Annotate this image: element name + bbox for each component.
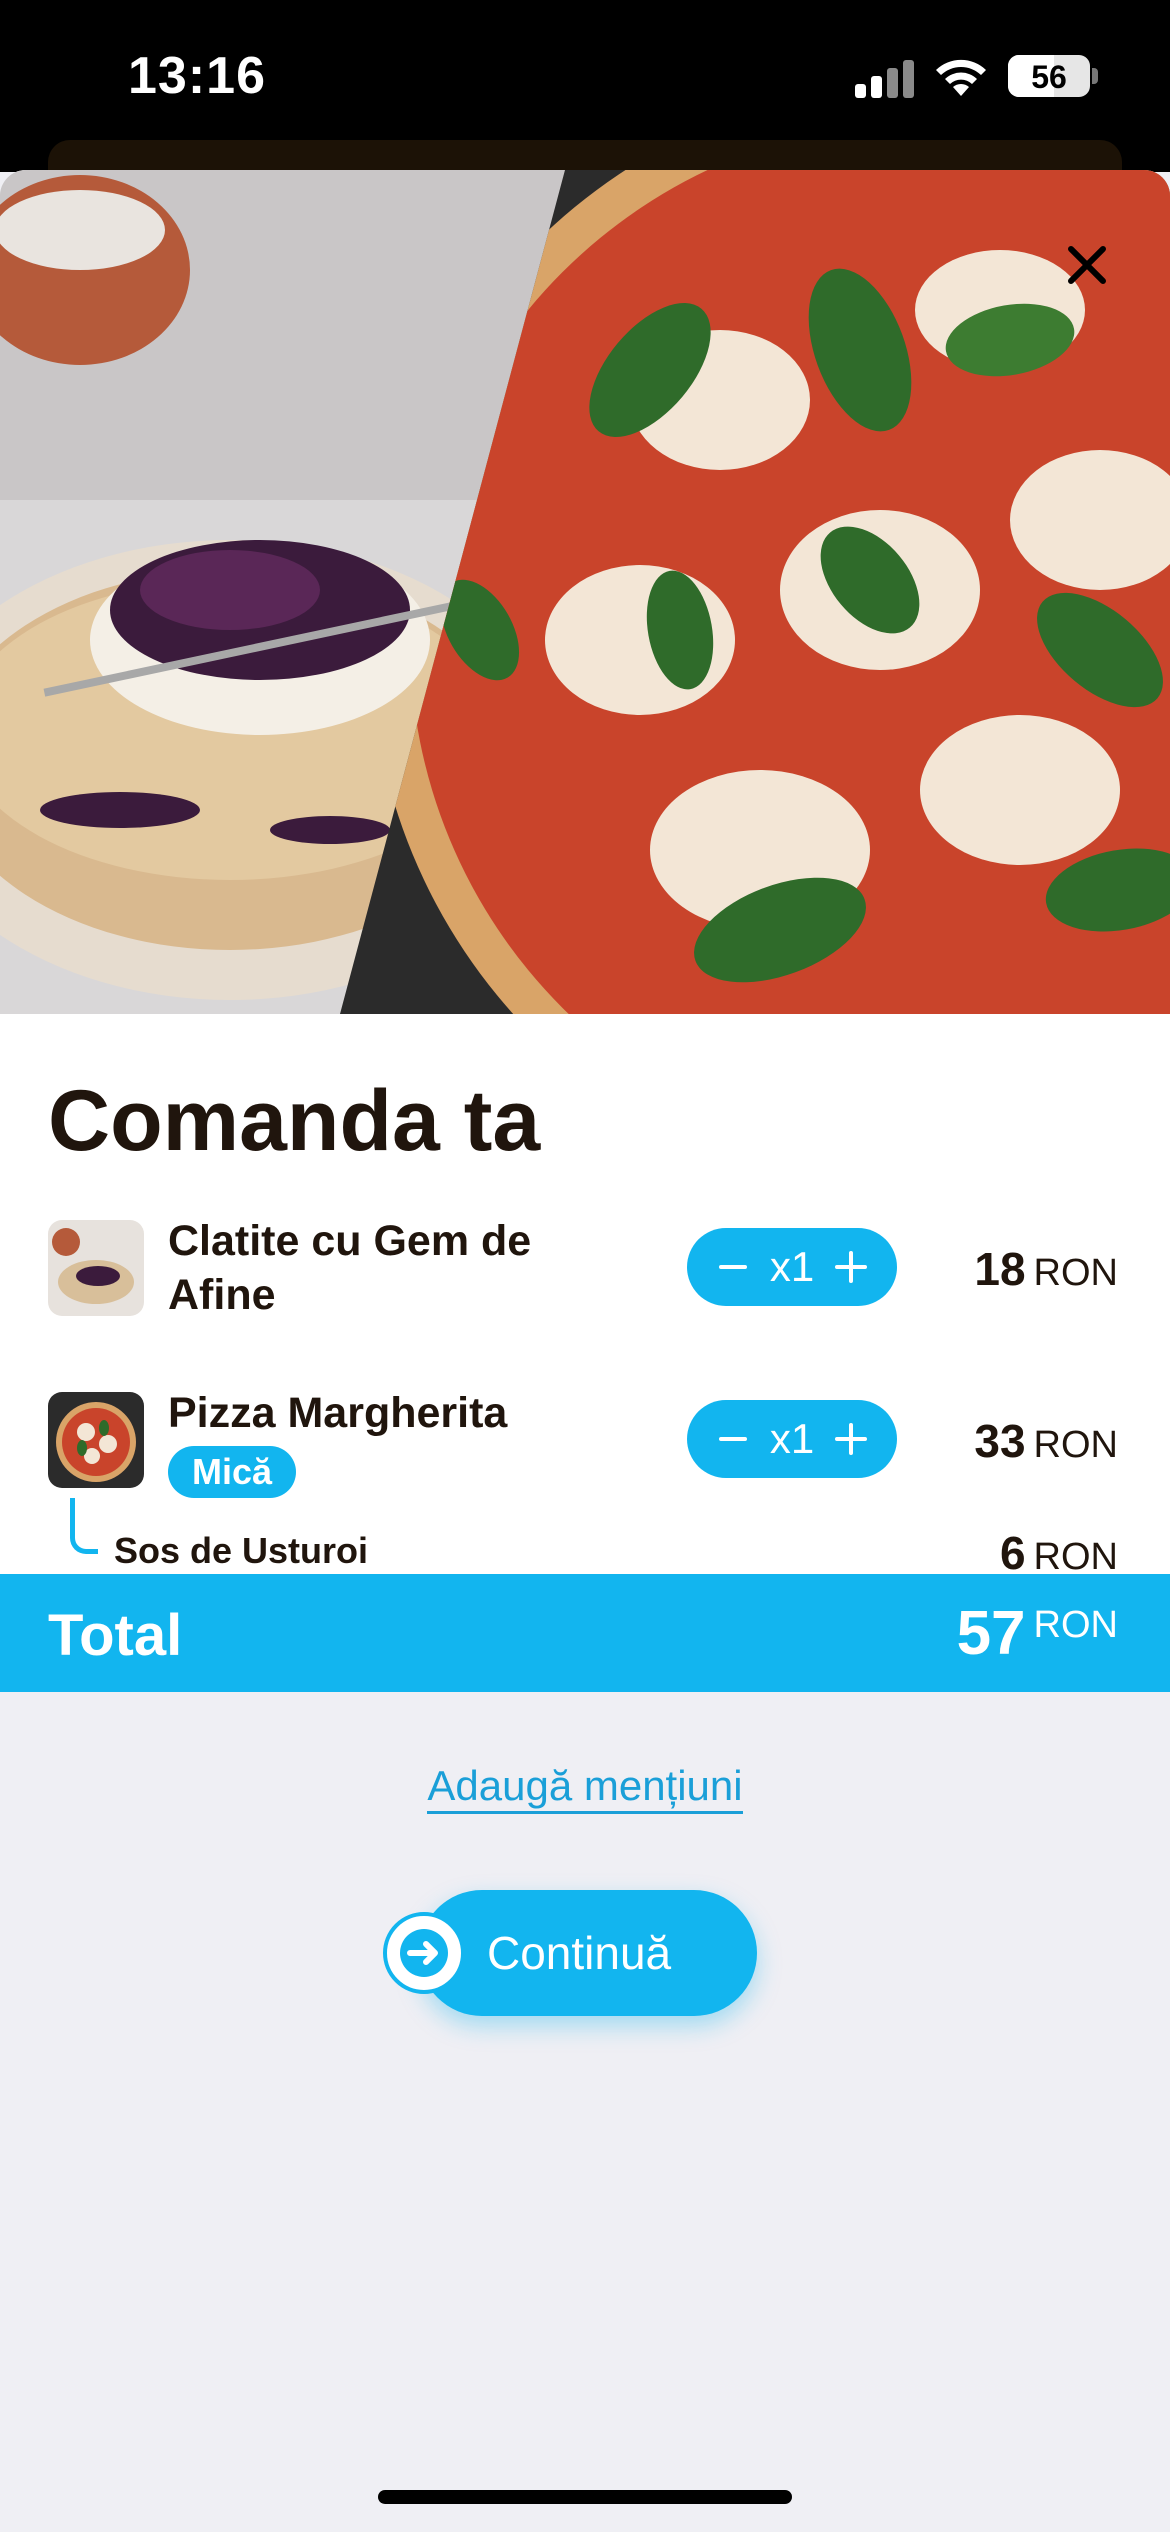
extra-connector: [70, 1498, 98, 1554]
arrow-right-icon: [400, 1929, 448, 1977]
order-summary: Comanda ta Clatite cu Gem de Afine x1 18…: [0, 1014, 1170, 1579]
quantity-stepper: x1: [687, 1400, 897, 1478]
continue-button[interactable]: Continuă: [383, 1890, 757, 2016]
close-button[interactable]: [1052, 230, 1122, 300]
quantity-value: x1: [769, 1243, 815, 1290]
plus-icon: [835, 1423, 867, 1455]
minus-icon: [719, 1437, 747, 1441]
page-title: Comanda ta: [48, 1073, 541, 1169]
minus-icon: [719, 1265, 747, 1269]
total-label: Total: [48, 1603, 183, 1668]
extra-price: 6 RON: [1000, 1526, 1118, 1580]
item-name: Clatite cu Gem de Afine: [168, 1214, 531, 1322]
order-sheet: Comanda ta Clatite cu Gem de Afine x1 18…: [0, 170, 1170, 2532]
size-badge: Mică: [168, 1446, 297, 1498]
item-name-line: Clatite cu Gem de: [168, 1217, 532, 1265]
decrease-button[interactable]: [705, 1228, 761, 1306]
item-name: Pizza Margherita: [168, 1389, 508, 1437]
add-mentions-link-row: Adaugă mențiuni: [0, 1762, 1170, 1814]
price-currency: RON: [1033, 1424, 1118, 1466]
increase-button[interactable]: [823, 1228, 879, 1306]
battery-tip: [1092, 68, 1098, 84]
price-amount: 6: [999, 1527, 1026, 1579]
item-thumbnail: [48, 1392, 144, 1488]
arrow-right-circle-icon: [383, 1912, 465, 1994]
item-name-line: Afine: [168, 1271, 276, 1319]
price-currency: RON: [1033, 1536, 1118, 1578]
total-currency: RON: [1033, 1604, 1118, 1646]
battery-icon: 56: [1008, 55, 1090, 97]
total-price: 57 RON: [957, 1598, 1118, 1669]
hero-image: [0, 170, 1170, 1014]
price-amount: 33: [974, 1415, 1026, 1467]
continue-label: Continuă: [487, 1927, 672, 1979]
signal-icon: [855, 58, 915, 98]
quantity-stepper: x1: [687, 1228, 897, 1306]
price-currency: RON: [1033, 1252, 1118, 1294]
price-amount: 18: [974, 1243, 1026, 1295]
battery-level: 56: [1031, 59, 1067, 95]
total-bar: Total 57 RON: [0, 1574, 1170, 1692]
item-thumbnail: [48, 1220, 144, 1316]
close-icon: [1068, 246, 1106, 284]
plus-icon: [835, 1251, 867, 1283]
total-amount: 57: [956, 1599, 1026, 1668]
increase-button[interactable]: [823, 1400, 879, 1478]
quantity-value: x1: [769, 1415, 815, 1462]
decrease-button[interactable]: [705, 1400, 761, 1478]
wifi-icon: [936, 59, 986, 96]
add-mentions-link[interactable]: Adaugă mențiuni: [427, 1762, 743, 1814]
item-price: 33 RON: [974, 1414, 1118, 1468]
home-indicator[interactable]: [378, 2490, 792, 2504]
status-time: 13:16: [128, 47, 266, 105]
item-price: 18 RON: [974, 1242, 1118, 1296]
extra-name: Sos de Usturoi: [114, 1530, 369, 1571]
